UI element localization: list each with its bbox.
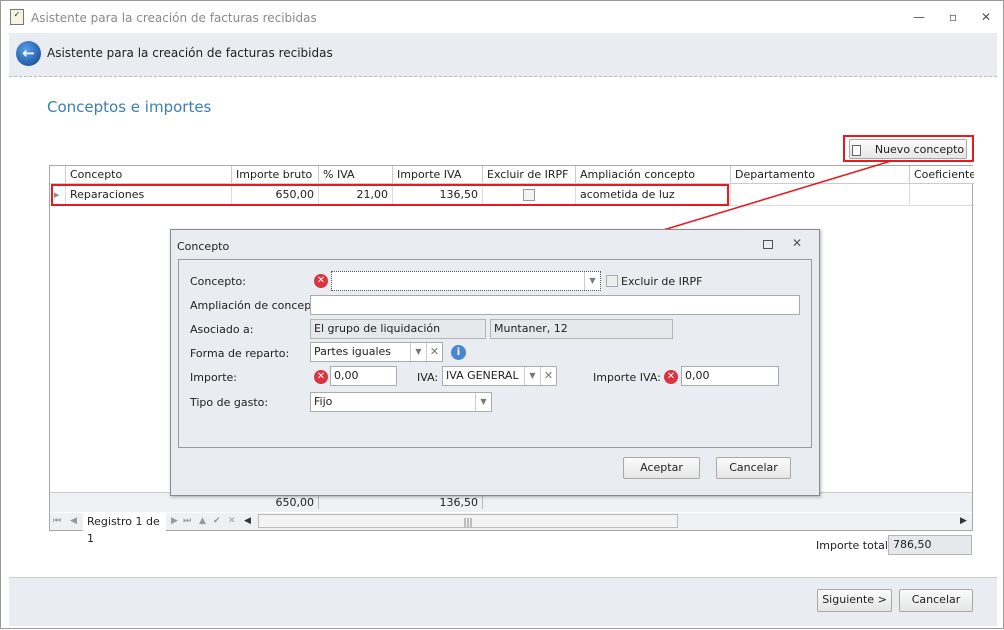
- importe-iva-label: Importe IVA:: [593, 371, 661, 384]
- chevron-down-icon: ▼: [584, 272, 600, 290]
- ampliacion-input[interactable]: [310, 295, 800, 315]
- total-label: Importe total:: [816, 539, 892, 552]
- dialog-form-panel: Concepto: ✕ ▼ Excluir de IRPF Ampliación…: [178, 259, 812, 448]
- dialog-close-icon[interactable]: ✕: [792, 236, 802, 250]
- concepto-combo[interactable]: ▼: [331, 271, 601, 291]
- error-icon: ✕: [314, 274, 328, 288]
- cancel-button[interactable]: Cancelar: [899, 589, 973, 612]
- total-value: 786,50: [888, 535, 972, 555]
- clear-icon: ✕: [426, 343, 442, 361]
- asociado-grupo: El grupo de liquidación: [310, 319, 486, 339]
- iva-label: IVA:: [417, 371, 439, 384]
- importe-input[interactable]: 0,00: [330, 366, 397, 386]
- importe-label: Importe:: [190, 371, 237, 384]
- concepto-label: Concepto:: [190, 275, 246, 288]
- wizard-window: ✓ Asistente para la creación de facturas…: [0, 0, 1004, 629]
- dialog-title: Concepto: [177, 240, 230, 253]
- reparto-label: Forma de reparto:: [190, 347, 290, 360]
- dialog-cancel-button[interactable]: Cancelar: [716, 457, 791, 479]
- concept-dialog: Concepto ✕ Concepto: ✕ ▼ Excluir de IRPF…: [170, 229, 820, 496]
- iva-combo[interactable]: IVA GENERAL ▼ ✕: [442, 366, 557, 386]
- tipo-gasto-combo[interactable]: Fijo ▼: [310, 392, 492, 412]
- tipo-gasto-label: Tipo de gasto:: [190, 396, 269, 409]
- reparto-combo[interactable]: Partes iguales ▼ ✕: [310, 342, 443, 362]
- ampliacion-label: Ampliación de concepto:: [190, 299, 326, 312]
- error-icon: ✕: [314, 370, 328, 384]
- excluir-irpf-checkbox[interactable]: [606, 275, 618, 287]
- wizard-footer: Siguiente > Cancelar: [9, 577, 997, 626]
- next-button[interactable]: Siguiente >: [817, 589, 892, 612]
- chevron-down-icon: ▼: [475, 393, 491, 411]
- dialog-restore-icon[interactable]: [763, 240, 773, 249]
- asociado-label: Asociado a:: [190, 323, 254, 336]
- error-icon: ✕: [664, 370, 678, 384]
- info-icon[interactable]: i: [451, 345, 466, 360]
- accept-button[interactable]: Aceptar: [623, 457, 700, 479]
- clear-icon: ✕: [540, 367, 556, 385]
- asociado-direccion: Muntaner, 12: [490, 319, 673, 339]
- excluir-irpf-label: Excluir de IRPF: [621, 275, 703, 288]
- chevron-down-icon: ▼: [410, 343, 426, 361]
- importe-iva-input[interactable]: 0,00: [681, 366, 779, 386]
- chevron-down-icon: ▼: [524, 367, 540, 385]
